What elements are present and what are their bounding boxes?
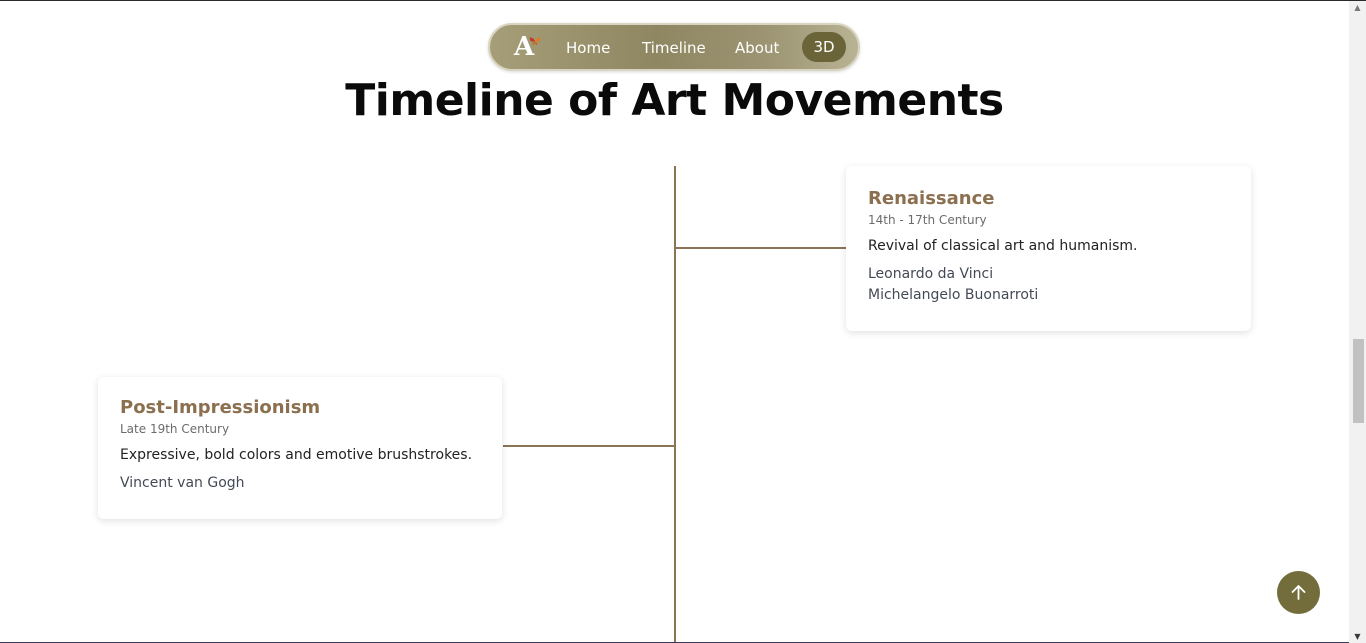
artist-name: Leonardo da Vinci: [868, 266, 994, 282]
artist-name: Vincent van Gogh: [120, 475, 245, 491]
movement-period: 14th - 17th Century: [868, 213, 987, 227]
timeline-card-post-impressionism: Post-Impressionism Late 19th Century Exp…: [98, 377, 502, 519]
timeline-connector-renaissance: [676, 247, 846, 249]
artist-list: Leonardo da Vinci Michelangelo Buonarrot…: [868, 264, 1229, 306]
page-viewport: A Home Timeline About 3D Timeline of Art…: [0, 0, 1366, 643]
nav-3d-button[interactable]: 3D: [802, 32, 846, 62]
timeline-card-renaissance: Renaissance 14th - 17th Century Revival …: [846, 166, 1251, 331]
scrollbar-thumb[interactable]: [1353, 339, 1364, 423]
page-title: Timeline of Art Movements: [345, 75, 1004, 126]
movement-description: Revival of classical art and humanism.: [868, 238, 1138, 254]
movement-title: Renaissance: [868, 188, 995, 209]
back-to-top-button[interactable]: [1277, 571, 1320, 614]
nav-home-link[interactable]: Home: [566, 37, 610, 59]
timeline-axis: [674, 166, 676, 643]
movement-period: Late 19th Century: [120, 422, 230, 436]
nav-about-link[interactable]: About: [735, 37, 779, 59]
scroll-down-arrow-icon[interactable]: ▼: [1349, 630, 1366, 643]
movement-description: Expressive, bold colors and emotive brus…: [120, 447, 473, 463]
artist-name: Michelangelo Buonarroti: [868, 287, 1039, 303]
artist-list: Vincent van Gogh: [120, 473, 480, 494]
butterfly-icon: [529, 37, 541, 45]
top-nav: A Home Timeline About 3D: [488, 23, 860, 71]
nav-timeline-link[interactable]: Timeline: [642, 37, 706, 59]
arrow-up-icon: [1291, 585, 1306, 600]
movement-title: Post-Impressionism: [120, 397, 321, 418]
vertical-scrollbar[interactable]: ▲ ▼: [1349, 1, 1366, 643]
scroll-up-arrow-icon[interactable]: ▲: [1349, 1, 1366, 15]
timeline-connector-post-impressionism: [503, 445, 674, 447]
site-logo[interactable]: A: [514, 32, 544, 63]
